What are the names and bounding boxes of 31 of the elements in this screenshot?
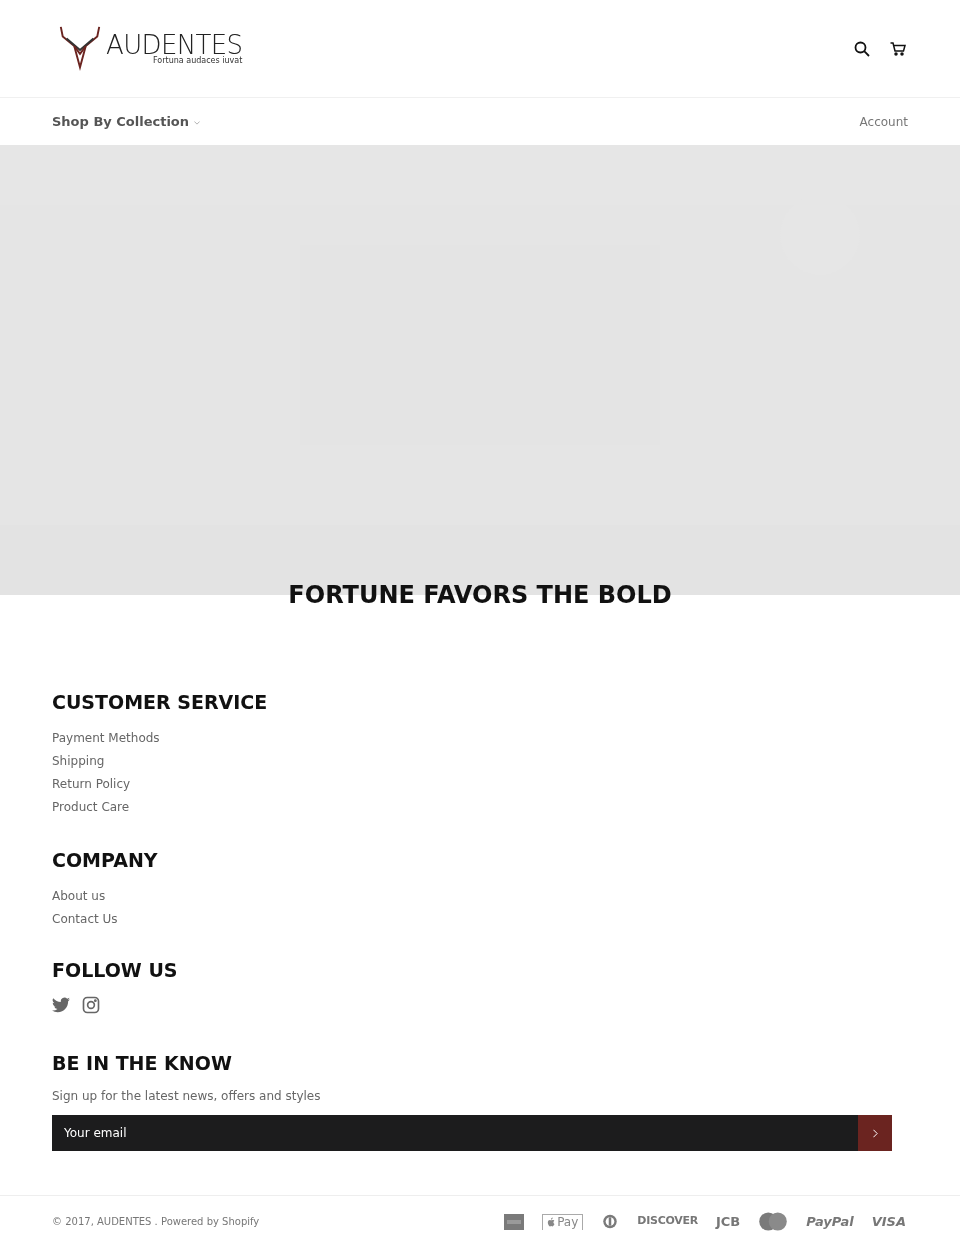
footer-heading: FOLLOW US: [52, 961, 179, 980]
footer-link[interactable]: Payment Methods: [52, 730, 160, 746]
instagram-icon[interactable]: [82, 996, 100, 1014]
mastercard-icon: [758, 1212, 789, 1231]
search-icon[interactable]: [854, 40, 870, 57]
newsletter-text: Sign up for the latest news, offers and styles: [52, 1088, 322, 1105]
email-field[interactable]: Your email: [52, 1115, 858, 1151]
card-icon: [504, 1213, 525, 1230]
collection-menu[interactable]: Shop By Collection: [52, 111, 201, 132]
brand-tagline: Fortuna audaces iuvat: [153, 57, 243, 65]
diners-icon: [601, 1214, 620, 1229]
twitter-icon[interactable]: [52, 997, 70, 1013]
account-link[interactable]: Account: [859, 112, 908, 131]
footer-heading: CUSTOMER SERVICE: [52, 693, 269, 712]
paypal-logo: PayPal: [806, 1212, 854, 1231]
footer-link[interactable]: Shipping: [52, 753, 105, 769]
apple-pay-badge: Pay: [542, 1213, 584, 1230]
caret-icon: [194, 120, 201, 125]
visa-logo: VISA: [871, 1212, 906, 1231]
footer-heading: BE IN THE KNOW: [52, 1054, 233, 1073]
footer-link[interactable]: About us: [52, 888, 106, 904]
hero-heading: FORTUNE FAVORS THE BOLD: [287, 583, 673, 607]
discover-logo: DISCOVER: [637, 1213, 698, 1230]
footer-link[interactable]: Product Care: [52, 799, 130, 815]
footer-heading: COMPANY: [52, 851, 159, 870]
cart-icon[interactable]: [890, 41, 906, 56]
jcb-logo: JCB: [715, 1212, 741, 1231]
copyright-text: © 2017, AUDENTES . Powered by Shopify: [52, 1215, 260, 1229]
chevron-right-icon: [872, 1128, 878, 1138]
footer-link[interactable]: Return Policy: [52, 776, 131, 792]
footer-link[interactable]: Contact Us: [52, 911, 118, 927]
